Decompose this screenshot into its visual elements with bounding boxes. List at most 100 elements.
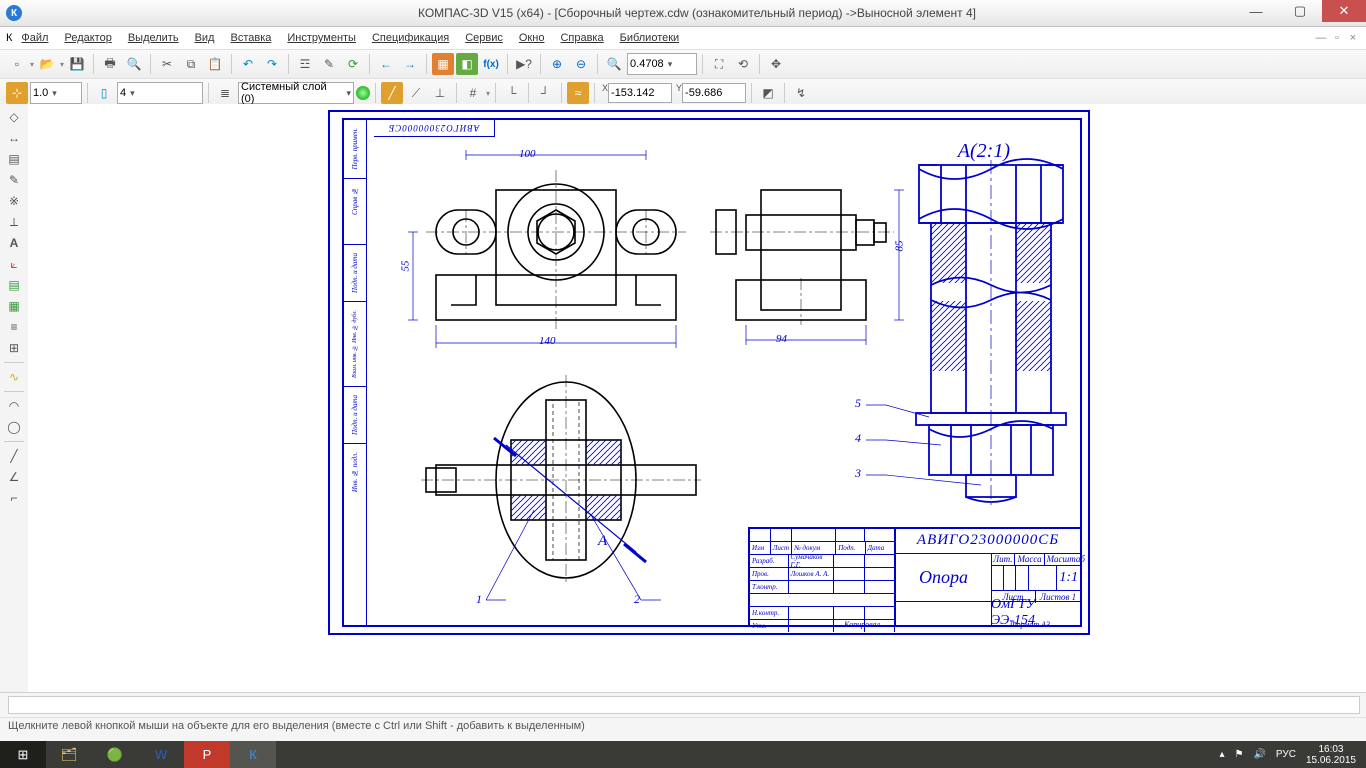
vars-button[interactable]: f(x): [480, 53, 502, 75]
command-input[interactable]: [8, 696, 1360, 714]
window-title: КОМПАС-3D V15 (x64) - [Сборочный чертеж.…: [28, 6, 1366, 20]
layer-combo[interactable]: Системный слой (0)▾: [238, 82, 354, 104]
circle-tool[interactable]: ◯: [4, 418, 24, 436]
zoom-combo[interactable]: 0.4708▾: [627, 53, 697, 75]
task-word[interactable]: W: [138, 741, 184, 768]
line-tool[interactable]: ╱: [4, 447, 24, 465]
menu-window[interactable]: Окно: [512, 30, 552, 46]
mdi-restore-button[interactable]: ▫: [1330, 32, 1344, 44]
tray-clock[interactable]: 16:0315.06.2015: [1306, 744, 1356, 766]
menu-service[interactable]: Сервис: [458, 30, 510, 46]
minimize-button[interactable]: —: [1234, 0, 1278, 22]
round-button[interactable]: ≈: [567, 82, 589, 104]
menu-file[interactable]: Файл: [14, 30, 55, 46]
help-cursor-button[interactable]: ▶?: [513, 53, 535, 75]
dim-94: 94: [776, 333, 787, 345]
menu-libraries[interactable]: Библиотеки: [613, 30, 687, 46]
geometry-tab[interactable]: ◇: [4, 108, 24, 126]
arc-tool[interactable]: ◠: [4, 397, 24, 415]
nav-next-button[interactable]: →: [399, 53, 421, 75]
page-combo[interactable]: 4▾: [117, 82, 203, 104]
new-button[interactable]: ▫: [6, 53, 28, 75]
spec2-tab[interactable]: ▦: [4, 297, 24, 315]
window-titlebar: К КОМПАС-3D V15 (x64) - [Сборочный черте…: [0, 0, 1366, 27]
paste-button[interactable]: 📋: [204, 53, 226, 75]
tog3-button[interactable]: ⊥: [429, 82, 451, 104]
start-button[interactable]: ⊞: [0, 741, 46, 768]
open-button[interactable]: 📂: [36, 53, 58, 75]
spec1-tab[interactable]: ▤: [4, 276, 24, 294]
menu-tools[interactable]: Инструменты: [280, 30, 363, 46]
tray-lang[interactable]: РУС: [1276, 749, 1296, 760]
local-cs-button[interactable]: ◩: [757, 82, 779, 104]
menu-insert[interactable]: Вставка: [223, 30, 278, 46]
update-button[interactable]: ⟳: [342, 53, 364, 75]
params-tab[interactable]: ※: [4, 192, 24, 210]
menu-help[interactable]: Справка: [553, 30, 610, 46]
maximize-button[interactable]: ▢: [1278, 0, 1322, 22]
symbols-tab[interactable]: ▤: [4, 150, 24, 168]
preview-button[interactable]: 🔍: [123, 53, 145, 75]
nav-prev-button[interactable]: ←: [375, 53, 397, 75]
ortho2-button[interactable]: ┘: [534, 82, 556, 104]
tool-extra-button[interactable]: ↯: [790, 82, 812, 104]
menu-select[interactable]: Выделить: [121, 30, 186, 46]
page-button[interactable]: ▯: [93, 82, 115, 104]
refresh-view-button[interactable]: ⟲: [732, 53, 754, 75]
style-button[interactable]: ◧: [456, 53, 478, 75]
toolbar-standard: ▫▾ 📂▾ 💾 🖶 🔍 ✂ ⧉ 📋 ↶ ↷ ☲ ✎ ⟳ ← → ▦ ◧ f(x)…: [0, 50, 1366, 79]
zoom-window-button[interactable]: 🔍: [603, 53, 625, 75]
y-coord-field[interactable]: -59.686: [682, 83, 746, 103]
callout-3: 3: [855, 466, 861, 481]
pan-button[interactable]: ✥: [765, 53, 787, 75]
step-combo[interactable]: 1.0▾: [30, 82, 82, 104]
grid-toggle-button[interactable]: ▦: [432, 53, 454, 75]
snap-button[interactable]: ⊹: [6, 82, 28, 104]
angle-tool[interactable]: ∠: [4, 468, 24, 486]
task-explorer[interactable]: 🗂: [46, 741, 92, 768]
mdi-close-button[interactable]: ×: [1346, 32, 1360, 44]
system-tray: ▴ ⚑ 🔊 РУС 16:0315.06.2015: [1219, 744, 1366, 766]
close-button[interactable]: ✕: [1322, 0, 1366, 22]
task-kompas[interactable]: К: [230, 741, 276, 768]
viewport[interactable]: Перв. примен. Справ № Подп. и дата Взам.…: [28, 104, 1366, 700]
edit-tab[interactable]: ✎: [4, 171, 24, 189]
chamfer-tool[interactable]: ⌐: [4, 489, 24, 507]
tray-up-icon[interactable]: ▴: [1219, 749, 1224, 760]
layers-button[interactable]: ≣: [214, 82, 236, 104]
menu-view[interactable]: Вид: [188, 30, 222, 46]
print-button[interactable]: 🖶: [99, 53, 121, 75]
tog1-button[interactable]: ╱: [381, 82, 403, 104]
zoom-in-button[interactable]: ⊕: [546, 53, 568, 75]
mdi-minimize-button[interactable]: —: [1314, 32, 1328, 44]
doc-icon: К: [6, 32, 12, 44]
undo-button[interactable]: ↶: [237, 53, 259, 75]
menu-spec[interactable]: Спецификация: [365, 30, 456, 46]
aux-tab[interactable]: ⟀: [4, 255, 24, 273]
measure-tab[interactable]: ⟂: [4, 213, 24, 231]
tray-flag-icon[interactable]: ⚑: [1234, 749, 1243, 760]
redo-button[interactable]: ↷: [261, 53, 283, 75]
cut-button[interactable]: ✂: [156, 53, 178, 75]
insert-tab[interactable]: ⊞: [4, 339, 24, 357]
dimensions-tab[interactable]: ↔: [4, 129, 24, 147]
save-button[interactable]: 💾: [66, 53, 88, 75]
tray-volume-icon[interactable]: 🔊: [1253, 749, 1265, 760]
zoom-fit-button[interactable]: ⛶: [708, 53, 730, 75]
properties-button[interactable]: ☲: [294, 53, 316, 75]
zoom-out-button[interactable]: ⊖: [570, 53, 592, 75]
task-chrome[interactable]: 🟢: [92, 741, 138, 768]
dim-140: 140: [539, 335, 556, 347]
brush-button[interactable]: ✎: [318, 53, 340, 75]
text-tab[interactable]: A: [4, 234, 24, 252]
drawing-sheet: Перв. примен. Справ № Подп. и дата Взам.…: [328, 110, 1090, 635]
x-coord-field[interactable]: -153.142: [608, 83, 672, 103]
menu-edit[interactable]: Редактор: [57, 30, 118, 46]
copy-button[interactable]: ⧉: [180, 53, 202, 75]
task-powerpoint[interactable]: P: [184, 741, 230, 768]
ortho1-button[interactable]: └: [501, 82, 523, 104]
report-tab[interactable]: ≡: [4, 318, 24, 336]
grid-button[interactable]: #: [462, 82, 484, 104]
curve-tool[interactable]: ∿: [4, 368, 24, 386]
tog2-button[interactable]: ⟋: [405, 82, 427, 104]
